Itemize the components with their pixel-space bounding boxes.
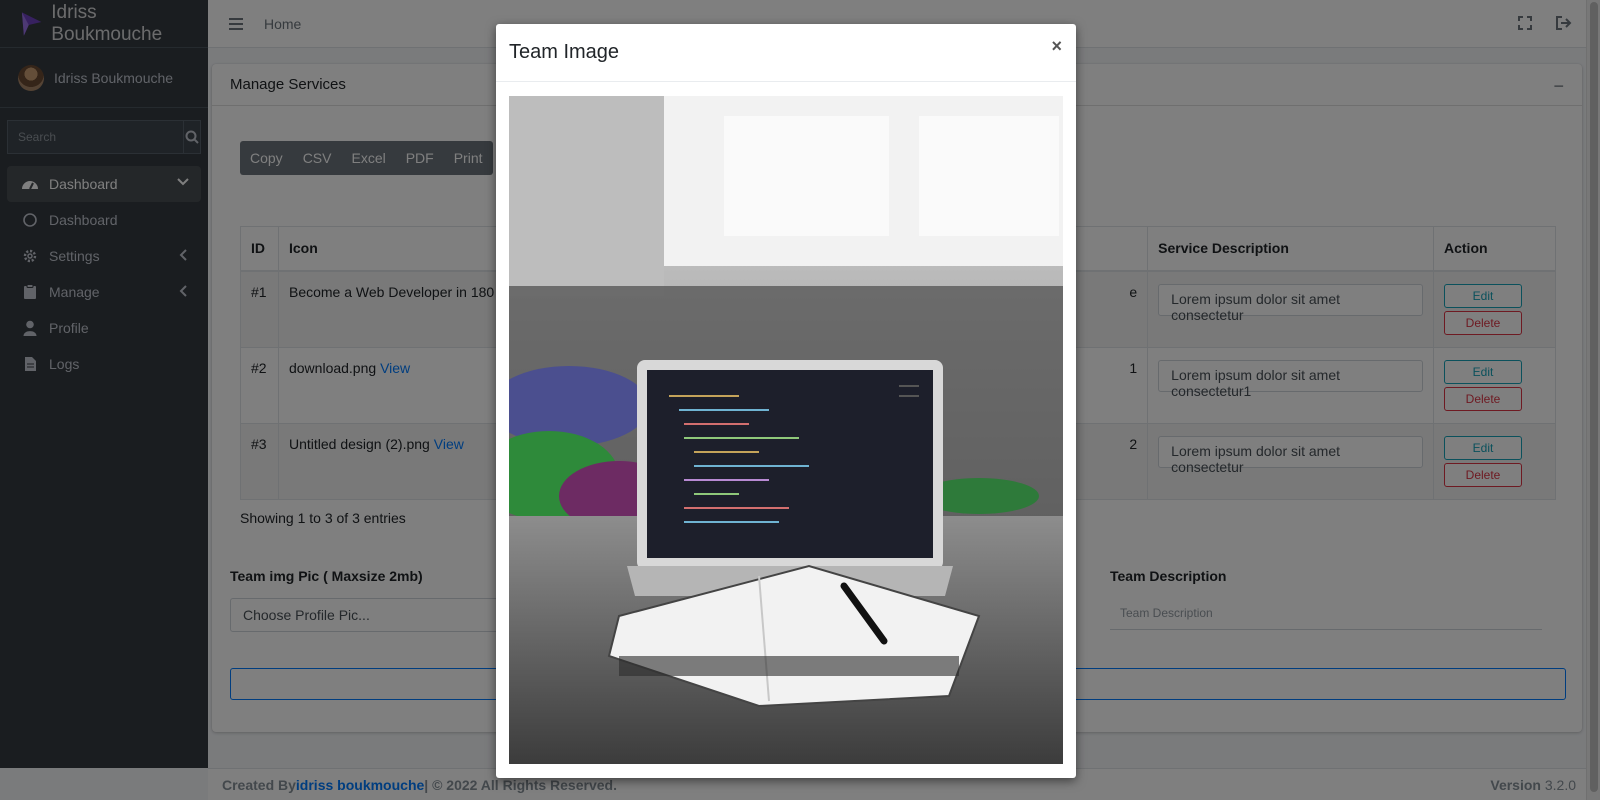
team-image-modal: Team Image × [496, 24, 1076, 778]
team-image [509, 96, 1063, 764]
close-icon[interactable]: × [1051, 36, 1062, 57]
modal-header: Team Image × [496, 24, 1076, 82]
modal-title: Team Image [509, 41, 620, 63]
